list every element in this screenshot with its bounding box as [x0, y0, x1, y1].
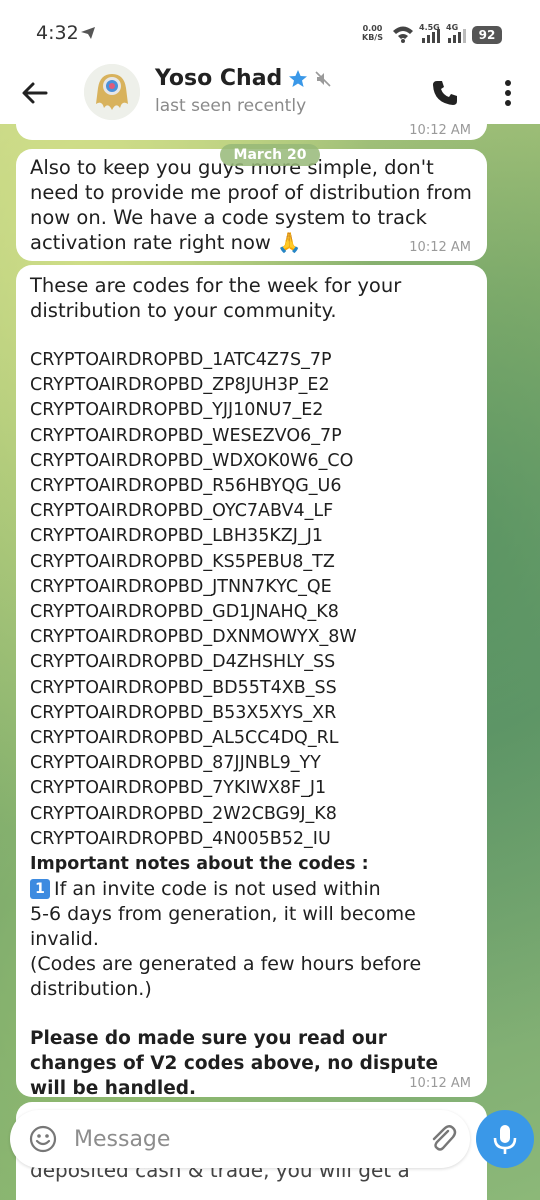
note-line: (Codes are generated a few hours before — [30, 953, 422, 976]
note-line: 5-6 days from generation, it will become — [30, 903, 416, 926]
status-bar: 4:32 0.00 KB/S 4.5G 4G 92 — [0, 0, 540, 62]
code-item: CRYPTOAIRDROPBD_7YKIWX8F_J1 — [30, 778, 327, 799]
code-item: CRYPTOAIRDROPBD_YJJ10NU7_E2 — [30, 400, 324, 421]
keycap-number-icon: 1 — [30, 879, 50, 900]
message-input[interactable] — [74, 1120, 404, 1158]
telegram-send-icon — [81, 27, 95, 39]
message-bubble-codes[interactable]: These are codes for the week for your di… — [16, 265, 487, 1099]
code-item: CRYPTOAIRDROPBD_JTNN7KYC_QE — [30, 576, 332, 597]
code-item: CRYPTOAIRDROPBD_1ATC4Z7S_7P — [30, 350, 332, 370]
code-item: CRYPTOAIRDROPBD_LBH35KZJ_J1 — [30, 526, 323, 547]
avatar-image — [84, 64, 140, 120]
note-line: distribution.) — [30, 978, 152, 1001]
code-item: CRYPTOAIRDROPBD_R56HBYQG_U6 — [30, 476, 342, 497]
more-options-icon[interactable] — [496, 76, 520, 110]
code-list: CRYPTOAIRDROPBD_1ATC4Z7S_7P CRYPTOAIRDRO… — [30, 348, 473, 852]
verified-star-icon — [289, 69, 308, 87]
code-item: CRYPTOAIRDROPBD_KS5PEBU8_TZ — [30, 551, 335, 572]
code-item: CRYPTOAIRDROPBD_BD55T4XB_SS — [30, 677, 337, 698]
contact-avatar[interactable] — [84, 64, 140, 120]
microphone-icon — [493, 1125, 517, 1154]
signal-strength-icon — [422, 29, 440, 43]
message-time: 10:12 AM — [409, 240, 471, 255]
wifi-icon — [393, 26, 413, 43]
code-item: CRYPTOAIRDROPBD_ZP8JUH3P_E2 — [30, 375, 330, 396]
muted-icon — [315, 70, 331, 87]
code-item: CRYPTOAIRDROPBD_D4ZHSHLY_SS — [30, 652, 336, 673]
code-item: CRYPTOAIRDROPBD_WDXOK0W6_CO — [30, 450, 354, 471]
message-intro: These are codes for the week for your di… — [30, 274, 402, 322]
signal-strength-icon-2 — [448, 29, 466, 43]
message-composer — [10, 1110, 470, 1168]
note-text: If an invite code is not used within — [54, 878, 381, 901]
chat-header: Yoso Chad last seen recently — [0, 62, 540, 124]
message-time: 10:12 AM — [409, 124, 471, 138]
previous-message-bubble[interactable]: 10:12 AM — [16, 124, 487, 140]
note-line: 1 If an invite code is not used within — [30, 877, 473, 902]
warning-text: Please do made sure you read our changes… — [30, 1028, 439, 1100]
date-separator: March 20 — [220, 144, 320, 166]
code-item: CRYPTOAIRDROPBD_B53X5XYS_XR — [30, 702, 337, 723]
code-item: CRYPTOAIRDROPBD_GD1JNAHQ_K8 — [30, 602, 339, 623]
note-line: invalid. — [30, 928, 99, 951]
code-item: CRYPTOAIRDROPBD_AL5CC4DQ_RL — [30, 728, 339, 749]
status-time: 4:32 — [36, 22, 79, 44]
code-item: CRYPTOAIRDROPBD_OYC7ABV4_LF — [30, 501, 334, 522]
contact-name-text: Yoso Chad — [155, 66, 283, 91]
message-time: 10:12 AM — [409, 1076, 471, 1091]
battery-indicator: 92 — [472, 26, 502, 44]
code-item: CRYPTOAIRDROPBD_DXNMOWYX_8W — [30, 627, 357, 648]
code-item: CRYPTOAIRDROPBD_4N005B52_IU — [30, 828, 331, 849]
message-text: Also to keep you guys more simple, don't… — [30, 156, 472, 254]
attach-paperclip-icon[interactable] — [426, 1122, 460, 1156]
back-arrow-icon[interactable] — [18, 76, 52, 110]
code-item: CRYPTOAIRDROPBD_2W2CBG9J_K8 — [30, 803, 337, 824]
message-list[interactable]: 10:12 AM Also to keep you guys more simp… — [0, 124, 540, 1104]
code-item: CRYPTOAIRDROPBD_87JJNBL9_YY — [30, 753, 321, 774]
contact-name[interactable]: Yoso Chad — [155, 66, 332, 91]
network-speed: 0.00 KB/S — [362, 24, 383, 42]
phone-call-icon[interactable] — [430, 78, 460, 108]
notes-title: Important notes about the codes : — [30, 854, 369, 875]
voice-record-button[interactable] — [476, 1110, 534, 1168]
last-seen-status: last seen recently — [155, 96, 307, 116]
emoji-icon[interactable] — [28, 1124, 58, 1154]
code-item: CRYPTOAIRDROPBD_WESEZVO6_7P — [30, 425, 342, 446]
